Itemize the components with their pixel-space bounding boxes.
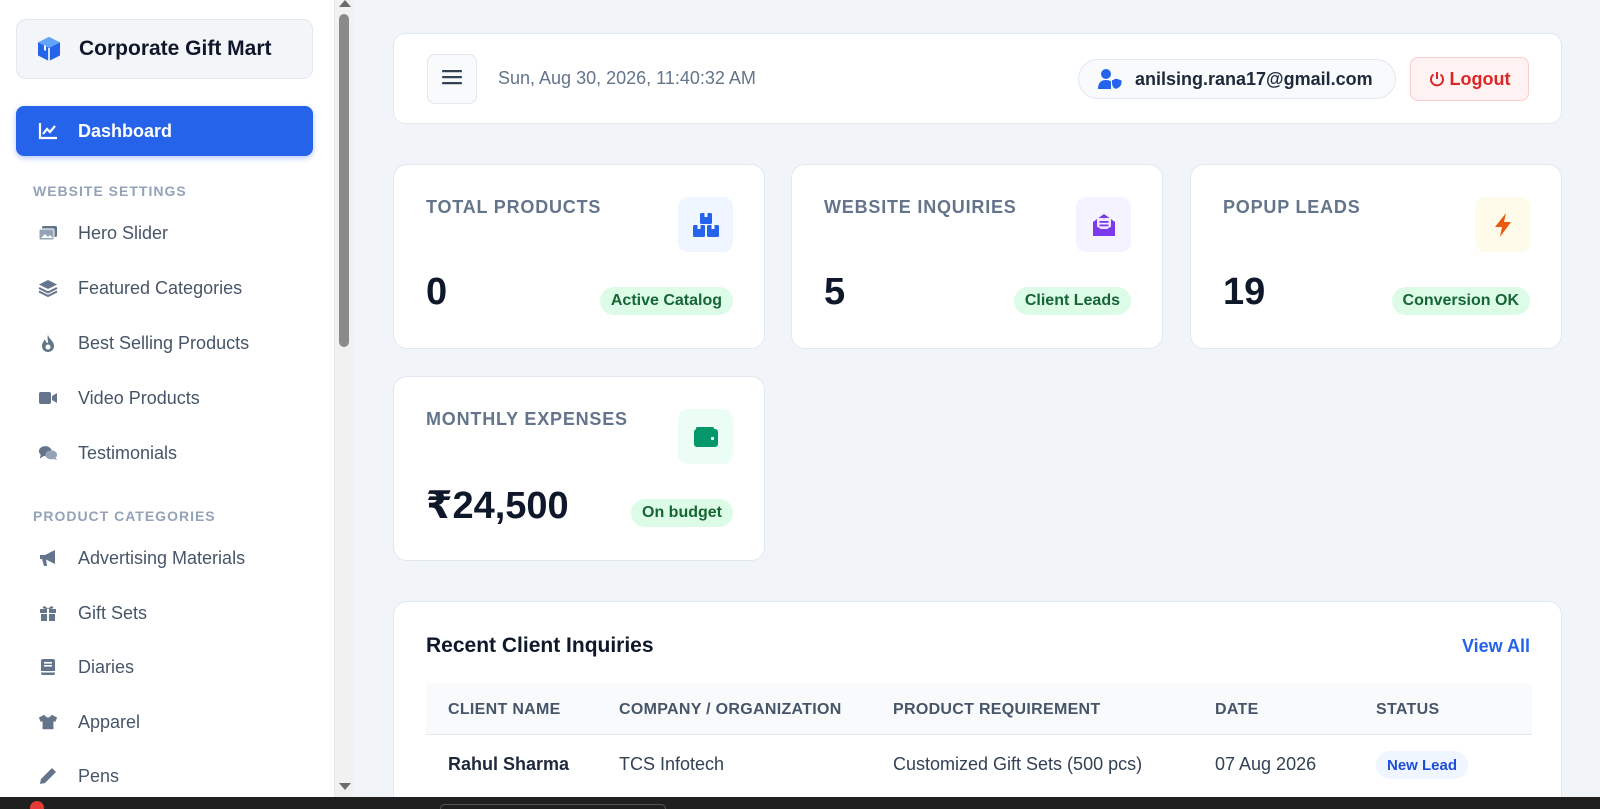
stat-badge: Conversion OK — [1391, 287, 1530, 315]
sidebar-item-diaries[interactable]: Diaries — [16, 645, 313, 689]
comments-icon — [38, 443, 58, 463]
column-header-status[interactable]: STATUS — [1376, 701, 1439, 719]
stat-label: TOTAL PRODUCTS — [426, 197, 602, 217]
logout-label: Logout — [1449, 68, 1511, 89]
gift-icon — [38, 603, 58, 623]
section-label-product-categories: PRODUCT CATEGORIES — [33, 508, 216, 524]
os-taskbar — [0, 797, 1600, 809]
chart-line-icon — [38, 121, 58, 141]
cube-icon — [35, 35, 63, 63]
stat-value: 19 — [1223, 271, 1266, 313]
table-header: CLIENT NAME COMPANY / ORGANIZATION PRODU… — [426, 683, 1532, 735]
stat-badge: Active Catalog — [599, 287, 733, 315]
sidebar-item-label: Pens — [78, 765, 120, 786]
stat-badge: On budget — [631, 499, 733, 527]
menu-toggle-button[interactable] — [427, 54, 477, 104]
stat-value: ₹24,500 — [426, 485, 569, 527]
sidebar-item-featured-categories[interactable]: Featured Categories — [16, 266, 313, 310]
sidebar: Corporate Gift Mart Dashboard WEBSITE SE… — [0, 0, 334, 797]
stat-card-total-products[interactable]: TOTAL PRODUCTS 0 Active Catalog — [393, 164, 765, 349]
sidebar-scrollbar[interactable] — [334, 0, 353, 797]
client-name: Rahul Sharma — [448, 754, 570, 774]
inquiry-date: 07 Aug 2026 — [1215, 754, 1317, 774]
company-name: TCS Infotech — [619, 754, 725, 774]
sidebar-item-label: Video Products — [78, 387, 200, 408]
stat-label: WEBSITE INQUIRIES — [824, 197, 1017, 217]
stat-label: POPUP LEADS — [1223, 197, 1361, 217]
sidebar-item-hero-slider[interactable]: Hero Slider — [16, 211, 313, 255]
brand[interactable]: Corporate Gift Mart — [16, 19, 313, 79]
sidebar-item-label: Advertising Materials — [78, 547, 246, 568]
view-all-link[interactable]: View All — [1462, 636, 1530, 657]
stat-value: 5 — [824, 271, 846, 313]
top-header: Sun, Aug 30, 2026, 11:40:32 AM anilsing.… — [393, 33, 1562, 124]
hamburger-icon — [442, 69, 462, 90]
column-header-date[interactable]: DATE — [1215, 701, 1259, 719]
boxes-icon — [678, 197, 733, 252]
user-email: anilsing.rana17@gmail.com — [1135, 68, 1373, 89]
section-label-website-settings: WEBSITE SETTINGS — [33, 183, 187, 199]
current-datetime: Sun, Aug 30, 2026, 11:40:32 AM — [498, 68, 756, 88]
pen-icon — [38, 766, 58, 786]
layers-icon — [38, 278, 58, 298]
bolt-icon — [1475, 197, 1530, 252]
sidebar-item-label: Best Selling Products — [78, 332, 250, 353]
sidebar-item-label: Hero Slider — [78, 222, 169, 243]
scroll-up-arrow-icon[interactable] — [339, 0, 351, 7]
panel-title: Recent Client Inquiries — [426, 634, 654, 657]
recent-inquiries-panel: Recent Client Inquiries View All CLIENT … — [393, 601, 1562, 809]
user-account-pill[interactable]: anilsing.rana17@gmail.com — [1078, 59, 1396, 99]
column-header-product-requirement[interactable]: PRODUCT REQUIREMENT — [893, 701, 1100, 719]
sidebar-item-pens[interactable]: Pens — [16, 754, 313, 797]
images-icon — [38, 223, 58, 243]
envelope-open-icon — [1076, 197, 1131, 252]
stat-card-popup-leads[interactable]: POPUP LEADS 19 Conversion OK — [1190, 164, 1562, 349]
sidebar-item-dashboard[interactable]: Dashboard — [16, 106, 313, 156]
stat-card-website-inquiries[interactable]: WEBSITE INQUIRIES 5 Client Leads — [791, 164, 1163, 349]
bullhorn-icon — [38, 548, 58, 568]
sidebar-item-label: Apparel — [78, 711, 141, 732]
logout-button[interactable]: Logout — [1410, 57, 1529, 101]
video-camera-icon — [38, 388, 58, 408]
sidebar-item-best-selling-products[interactable]: Best Selling Products — [16, 321, 313, 365]
sidebar-item-gift-sets[interactable]: Gift Sets — [16, 591, 313, 635]
stat-label: MONTHLY EXPENSES — [426, 409, 628, 429]
sidebar-item-label: Dashboard — [78, 120, 173, 141]
product-requirement: Customized Gift Sets (500 pcs) — [893, 754, 1143, 774]
sidebar-item-label: Testimonials — [78, 442, 178, 463]
sidebar-item-label: Diaries — [78, 656, 135, 677]
notification-dot-icon[interactable] — [30, 801, 44, 809]
stat-badge: Client Leads — [1013, 287, 1131, 315]
user-shield-icon — [1097, 68, 1123, 90]
sidebar-item-label: Gift Sets — [78, 602, 148, 623]
status-badge: New Lead — [1376, 751, 1469, 779]
taskbar-search[interactable] — [440, 804, 666, 809]
brand-title: Corporate Gift Mart — [79, 37, 272, 60]
sidebar-item-testimonials[interactable]: Testimonials — [16, 431, 313, 475]
book-icon — [38, 657, 58, 677]
column-header-client-name[interactable]: CLIENT NAME — [448, 701, 561, 719]
table-row[interactable]: Rahul Sharma TCS Infotech Customized Gif… — [426, 735, 1532, 795]
sidebar-item-video-products[interactable]: Video Products — [16, 376, 313, 420]
shirt-icon — [38, 712, 58, 732]
scrollbar-thumb[interactable] — [339, 14, 349, 347]
sidebar-item-advertising-materials[interactable]: Advertising Materials — [16, 536, 313, 580]
sidebar-item-label: Featured Categories — [78, 277, 243, 298]
power-icon — [1429, 71, 1445, 87]
wallet-icon — [678, 409, 733, 464]
column-header-company[interactable]: COMPANY / ORGANIZATION — [619, 701, 842, 719]
stat-card-monthly-expenses[interactable]: MONTHLY EXPENSES ₹24,500 On budget — [393, 376, 765, 561]
fire-icon — [38, 333, 58, 353]
stat-value: 0 — [426, 271, 448, 313]
scroll-down-arrow-icon[interactable] — [339, 783, 351, 790]
sidebar-item-apparel[interactable]: Apparel — [16, 700, 313, 744]
